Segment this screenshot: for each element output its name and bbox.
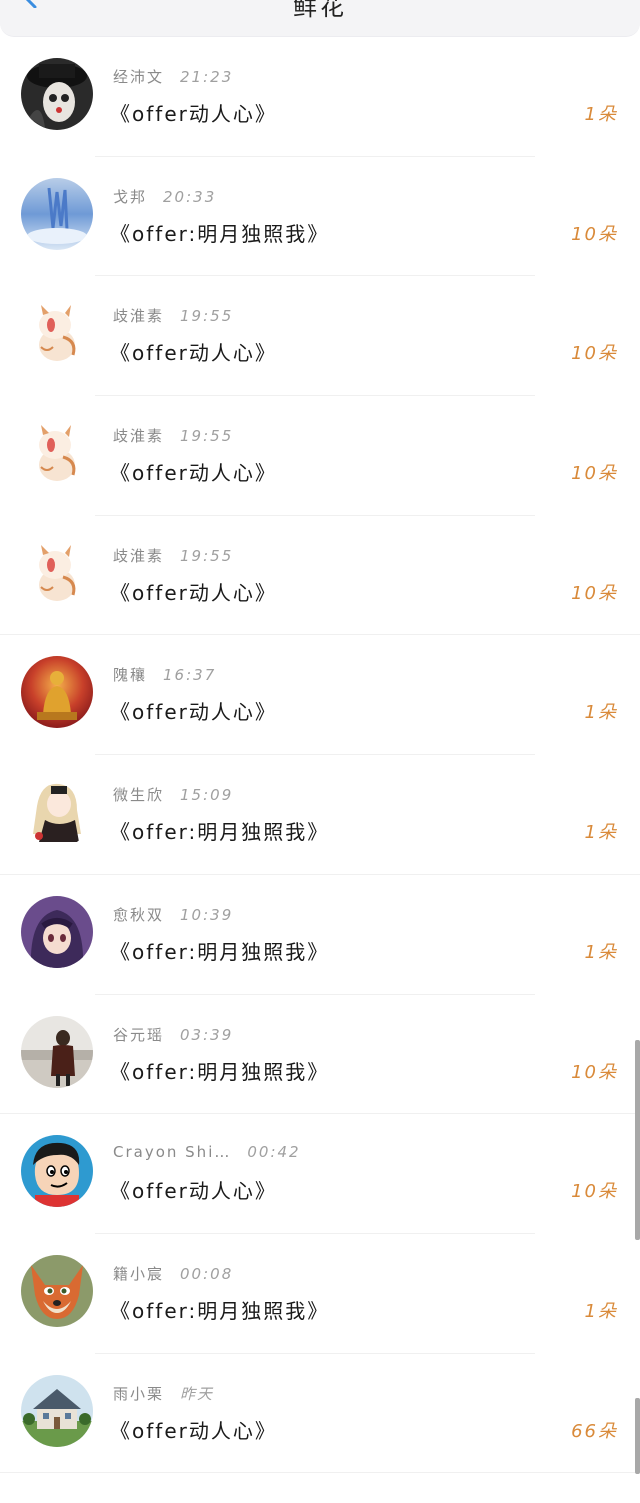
timestamp: 19:55	[180, 307, 234, 326]
avatar[interactable]	[21, 1135, 93, 1208]
avatar[interactable]	[21, 1015, 93, 1088]
avatar[interactable]	[21, 656, 93, 729]
flower-count: 1朵	[584, 941, 618, 963]
list-item[interactable]: 歧淮素 19:55 《offer动人心》 10朵	[0, 396, 640, 516]
list-item[interactable]: 戈邦 20:33 《offer:明月独照我》 10朵	[0, 157, 640, 277]
flower-count: 10朵	[571, 582, 618, 604]
list-item[interactable]: 谷元瑶 03:39 《offer:明月独照我》 10朵	[0, 995, 640, 1115]
avatar[interactable]	[21, 58, 93, 130]
user-name: Crayon Shi…	[113, 1143, 232, 1162]
flower-count: 1朵	[584, 702, 618, 724]
list-item[interactable]: 隗穰 16:37 《offer动人心》 1朵	[0, 635, 640, 756]
timestamp: 00:08	[180, 1264, 234, 1283]
user-name: 愈秋双	[113, 905, 165, 924]
user-name: 雨小栗	[113, 1384, 165, 1403]
avatar[interactable]	[21, 417, 93, 490]
timestamp: 00:42	[247, 1143, 301, 1162]
flower-count: 10朵	[571, 343, 618, 365]
flower-count: 1朵	[584, 1300, 618, 1322]
list-item[interactable]: 愈秋双 10:39 《offer:明月独照我》 1朵	[0, 875, 640, 995]
list-item[interactable]: 歧淮素 19:55 《offer动人心》 10朵	[0, 516, 640, 636]
gift-record-list: 经沛文 21:23 《offer动人心》 1朵 戈邦 20:33 《offer:明月…	[0, 37, 640, 1474]
page-title: 鲜花	[293, 0, 347, 21]
flower-count: 10朵	[571, 1181, 618, 1203]
list-item[interactable]: 籍小宸 00:08 《offer:明月独照我》 1朵	[0, 1234, 640, 1354]
timestamp: 15:09	[180, 786, 234, 805]
gift-title: 《offer:明月独照我》	[110, 1059, 330, 1084]
list-item[interactable]: 经沛文 21:23 《offer动人心》 1朵	[0, 37, 640, 157]
avatar[interactable]	[21, 776, 93, 849]
list-item[interactable]: 微生欣 15:09 《offer:明月独照我》 1朵	[0, 755, 640, 875]
timestamp: 21:23	[180, 68, 234, 86]
gift-title: 《offer:明月独照我》	[110, 820, 330, 845]
divider	[0, 1472, 640, 1474]
user-name: 歧淮素	[113, 546, 165, 565]
flower-count: 1朵	[584, 822, 618, 844]
user-name: 歧淮素	[113, 307, 165, 326]
user-name: 歧淮素	[113, 427, 165, 446]
timestamp: 20:33	[163, 187, 217, 206]
flower-count: 10朵	[571, 463, 618, 485]
gift-title: 《offer:明月独照我》	[110, 939, 330, 964]
gift-title: 《offer:明月独照我》	[110, 221, 330, 246]
timestamp: 10:39	[180, 905, 234, 924]
user-name: 戈邦	[113, 187, 148, 206]
flower-count: 10朵	[571, 223, 618, 245]
avatar[interactable]	[21, 536, 93, 609]
user-name: 谷元瑶	[113, 1025, 165, 1044]
gift-title: 《offer动人心》	[110, 700, 277, 725]
user-name: 微生欣	[113, 786, 165, 805]
top-nav-bar: 鲜花	[0, 0, 640, 37]
user-name: 经沛文	[113, 68, 165, 86]
flower-count: 1朵	[584, 104, 618, 125]
gift-title: 《offer动人心》	[110, 1418, 277, 1443]
avatar[interactable]	[21, 1374, 93, 1447]
timestamp: 19:55	[180, 546, 234, 565]
timestamp: 03:39	[180, 1025, 234, 1044]
gift-title: 《offer动人心》	[110, 461, 277, 486]
list-item[interactable]: 雨小栗 昨天 《offer动人心》 66朵	[0, 1354, 640, 1474]
avatar[interactable]	[21, 297, 93, 370]
scrollbar-thumb[interactable]	[635, 1040, 640, 1240]
timestamp: 昨天	[180, 1384, 215, 1403]
user-name: 籍小宸	[113, 1264, 165, 1283]
timestamp: 16:37	[163, 666, 217, 685]
gift-title: 《offer动人心》	[110, 1179, 277, 1204]
list-item[interactable]: Crayon Shi… 00:42 《offer动人心》 10朵	[0, 1114, 640, 1234]
scrollbar-thumb[interactable]	[635, 1398, 640, 1474]
timestamp: 19:55	[180, 427, 234, 446]
avatar[interactable]	[21, 895, 93, 968]
list-item[interactable]: 歧淮素 19:55 《offer动人心》 10朵	[0, 276, 640, 397]
gift-title: 《offer动人心》	[110, 341, 277, 366]
avatar[interactable]	[21, 177, 93, 250]
gift-title: 《offer动人心》	[110, 580, 277, 605]
gift-title: 《offer:明月独照我》	[110, 1298, 330, 1323]
flower-count: 10朵	[571, 1061, 618, 1083]
flower-count: 66朵	[571, 1420, 618, 1442]
avatar[interactable]	[21, 1254, 93, 1327]
user-name: 隗穰	[113, 666, 148, 685]
gift-title: 《offer动人心》	[110, 102, 277, 126]
